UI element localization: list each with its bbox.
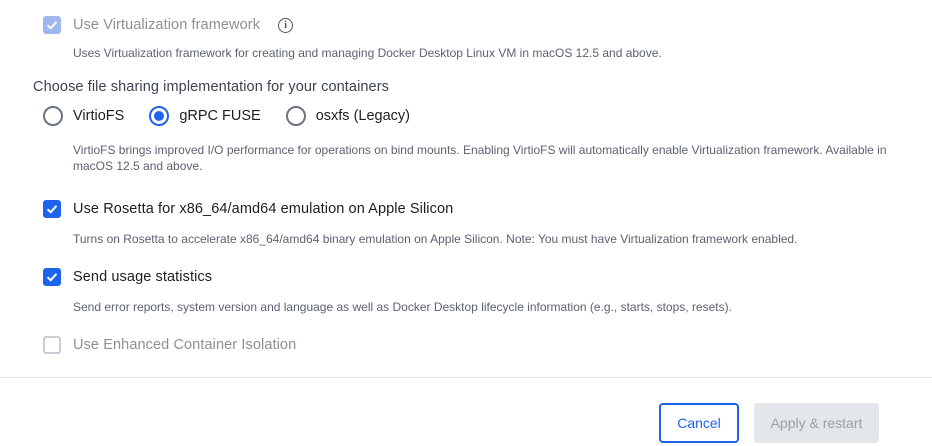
usage-stats-description: Send error reports, system version and l… xyxy=(73,300,732,314)
file-sharing-title: Choose file sharing implementation for y… xyxy=(33,79,389,95)
radio-option-osxfs[interactable]: osxfs (Legacy) xyxy=(285,106,410,126)
rosetta-checkbox[interactable] xyxy=(43,200,61,218)
radio-grpc-fuse[interactable] xyxy=(149,106,170,126)
rosetta-description: Turns on Rosetta to accelerate x86_64/am… xyxy=(73,232,798,246)
info-circle-icon[interactable]: i xyxy=(278,17,294,33)
eci-label: Use Enhanced Container Isolation xyxy=(73,337,297,353)
radio-option-grpc-fuse[interactable]: gRPC FUSE xyxy=(149,106,261,126)
apply-restart-button[interactable]: Apply & restart xyxy=(754,403,879,443)
setting-eci: Use Enhanced Container Isolation xyxy=(43,336,923,354)
virtualization-description: Uses Virtualization framework for creati… xyxy=(73,46,662,60)
virtualization-checkbox xyxy=(43,16,61,34)
check-icon xyxy=(46,273,58,282)
radio-option-virtiofs[interactable]: VirtioFS xyxy=(43,106,124,126)
file-sharing-description: VirtioFS brings improved I/O performance… xyxy=(73,143,887,173)
cancel-button[interactable]: Cancel xyxy=(659,403,739,443)
usage-stats-label: Send usage statistics xyxy=(73,269,213,285)
radio-selected-dot xyxy=(154,111,165,121)
setting-usage-stats: Send usage statistics Send error reports… xyxy=(43,268,923,315)
radio-osxfs[interactable] xyxy=(285,106,306,126)
setting-virtualization: Use Virtualization framework i Uses Virt… xyxy=(43,16,923,61)
dialog-footer: Cancel Apply & restart xyxy=(0,377,932,446)
setting-rosetta: Use Rosetta for x86_64/amd64 emulation o… xyxy=(43,200,923,247)
usage-stats-checkbox[interactable] xyxy=(43,268,61,286)
radio-virtiofs[interactable] xyxy=(43,106,63,126)
check-icon xyxy=(46,205,58,214)
radio-label-grpc-fuse: gRPC FUSE xyxy=(179,108,261,124)
settings-scroll-area[interactable]: Use Virtualization framework i Uses Virt… xyxy=(0,0,932,370)
eci-checkbox xyxy=(43,336,61,354)
check-icon xyxy=(46,21,58,30)
radio-label-virtiofs: VirtioFS xyxy=(73,108,125,124)
virtualization-label: Use Virtualization framework xyxy=(73,17,261,33)
radio-label-osxfs: osxfs (Legacy) xyxy=(315,108,410,124)
rosetta-label: Use Rosetta for x86_64/amd64 emulation o… xyxy=(73,201,454,217)
file-sharing-radio-group: VirtioFS gRPC FUSE osxfs (Legacy) xyxy=(43,106,435,126)
